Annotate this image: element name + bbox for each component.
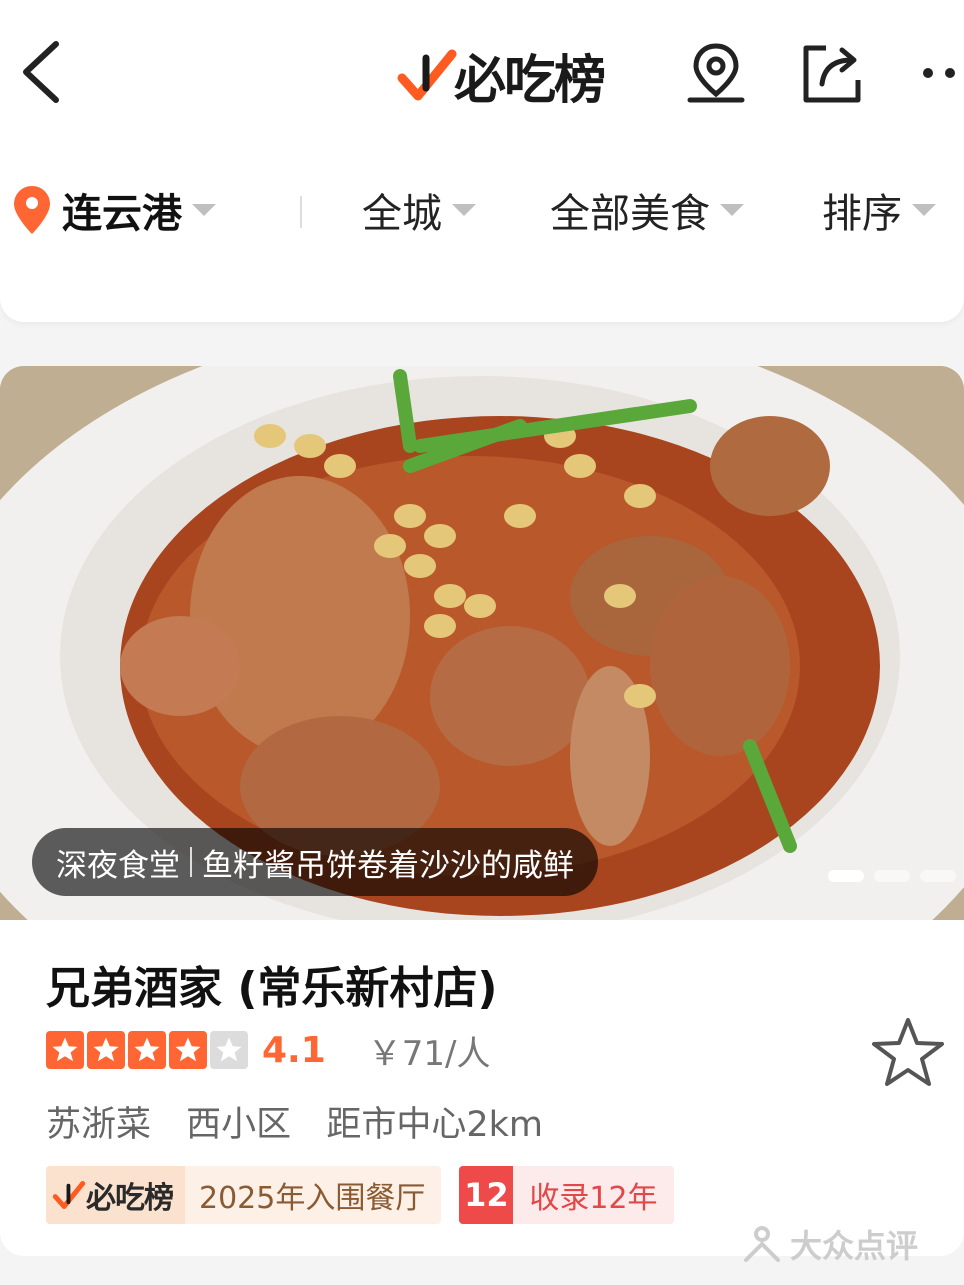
badge-brand: 必吃榜 [86,1181,174,1216]
carousel-dot [828,870,864,882]
area-filter-label: 全城 [362,191,442,237]
star-filled-icon [128,1031,166,1069]
restaurant-card[interactable]: 深夜食堂 鱼籽酱吊饼卷着沙沙的咸鲜 兄弟酒家 (常乐新村店) 4.1 ￥71/人… [0,366,964,1256]
sort-filter-label: 排序 [822,191,902,237]
checkmark-logo-icon [52,1181,86,1209]
badge-award-text: 2025年入围餐厅 [199,1181,426,1216]
map-pin-icon[interactable] [684,40,748,106]
rating-score: 4.1 [262,1029,326,1071]
favorite-star-icon[interactable] [870,1016,946,1088]
caption-divider [190,847,192,877]
brand-name: 必吃榜 [454,50,606,111]
bichibang-award-badge: 必吃榜 2025年入围餐厅 [46,1166,442,1224]
city-label: 连云港 [62,191,182,237]
city-selector[interactable]: 连云港 [12,182,216,238]
chevron-down-icon [452,204,476,216]
star-empty-icon [210,1031,248,1069]
filter-bar: 连云港 全城 全部美食 排序 [0,150,964,322]
watermark-text: 大众点评 [790,1227,919,1265]
location-pin-icon [14,186,50,234]
carousel-indicator [828,870,956,882]
photo-caption: 深夜食堂 鱼籽酱吊饼卷着沙沙的咸鲜 [32,828,598,896]
years-text: 收录12年 [529,1181,658,1216]
carousel-dot [920,870,956,882]
district-tag: 西小区 [186,1105,292,1145]
area-filter[interactable]: 全城 [362,182,476,238]
checkmark-logo-icon [397,49,457,101]
star-rating [46,1031,248,1069]
top-nav-bar: 必吃榜 [0,0,964,150]
star-filled-icon [169,1031,207,1069]
star-filled-icon [87,1031,125,1069]
restaurant-photo-carousel[interactable]: 深夜食堂 鱼籽酱吊饼卷着沙沙的咸鲜 [0,366,964,920]
rating-row: 4.1 ￥71/人 [46,1028,491,1074]
years-listed-badge: 12 收录12年 [459,1166,674,1224]
dianping-logo-icon [744,1226,780,1262]
restaurant-tags: 苏浙菜 西小区 距市中心2km [46,1096,567,1147]
divider [300,196,302,228]
caption-tag: 深夜食堂 [56,847,180,884]
badge-logo: 必吃榜 [46,1166,185,1224]
avg-price: ￥71/人 [367,1033,491,1074]
years-number: 12 [459,1166,514,1224]
chevron-down-icon [912,204,936,216]
caption-text: 鱼籽酱吊饼卷着沙沙的咸鲜 [202,847,574,884]
star-filled-icon [46,1031,84,1069]
chevron-down-icon [720,204,744,216]
cuisine-tag: 苏浙菜 [46,1105,152,1145]
distance-tag: 距市中心2km [326,1105,543,1145]
sort-filter[interactable]: 排序 [822,182,936,238]
share-icon[interactable] [800,40,864,106]
chevron-down-icon [192,204,216,216]
dianping-watermark: 大众点评 [740,1222,918,1266]
badge-row: 必吃榜 2025年入围餐厅 12 收录12年 [46,1166,674,1224]
category-filter-label: 全部美食 [550,191,710,237]
restaurant-name: 兄弟酒家 (常乐新村店) [46,963,498,1014]
carousel-dot [874,870,910,882]
more-icon[interactable] [916,40,964,106]
back-icon[interactable] [14,36,74,108]
bichibang-logo: 必吃榜 [396,40,606,111]
category-filter[interactable]: 全部美食 [550,182,744,238]
